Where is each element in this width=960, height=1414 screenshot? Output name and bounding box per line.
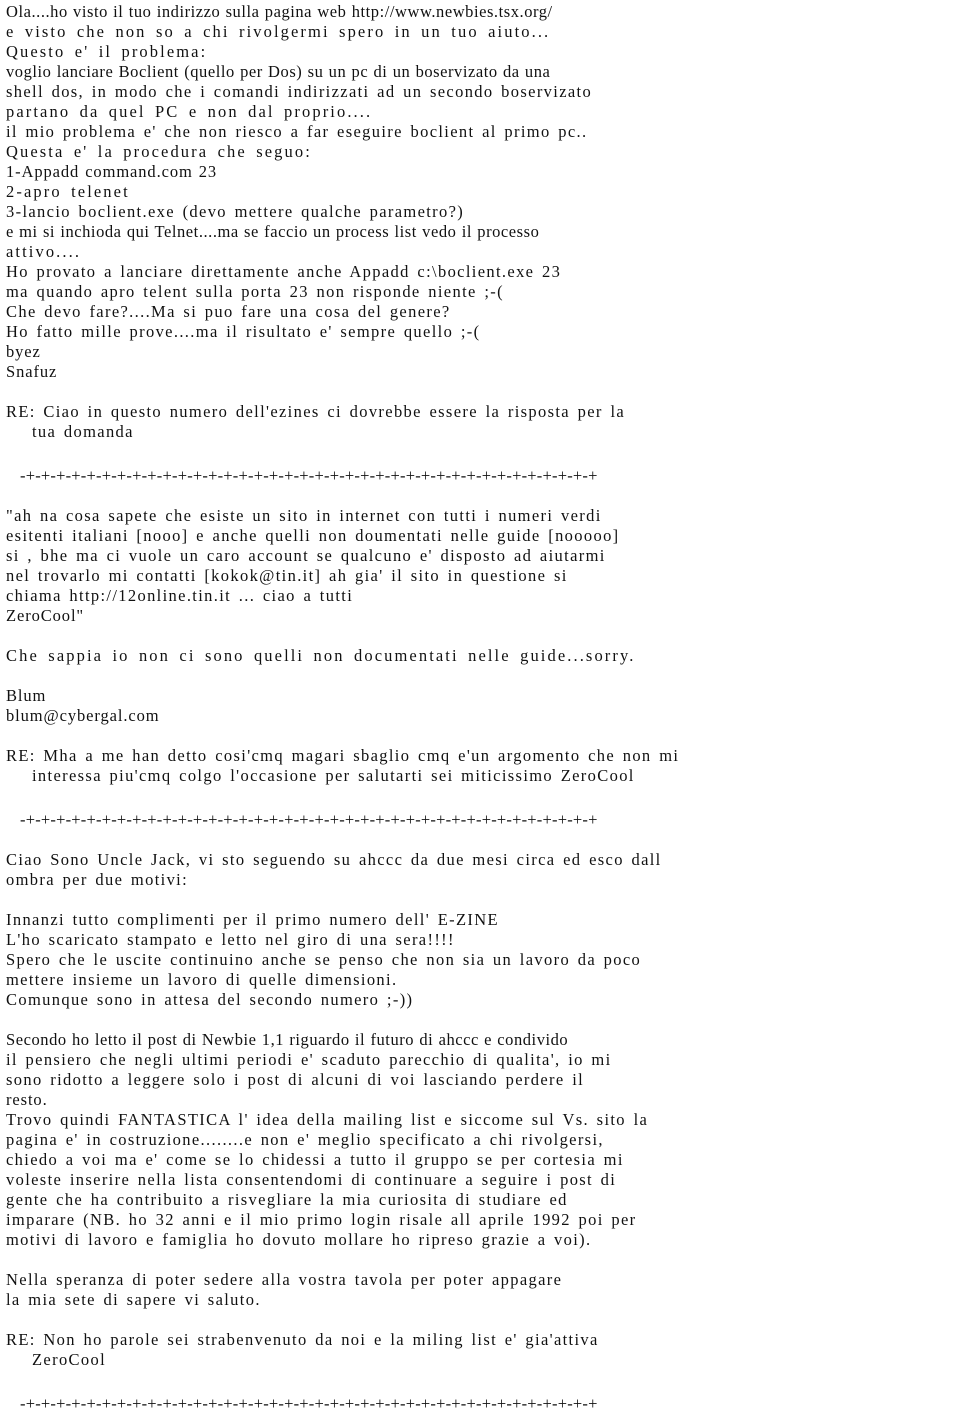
text-line: si , bhe ma ci vuole un caro account se … (6, 546, 606, 565)
text-line: Questa e' la procedura che seguo: (6, 142, 312, 161)
text-line: chiedo a voi ma e' come se lo chidessi a… (6, 1150, 624, 1169)
text-line: Ho fatto mille prove....ma il risultato … (6, 322, 481, 341)
text-line: Secondo ho letto il post di Newbie 1,1 r… (6, 1030, 569, 1049)
reply-line-continuation: tua domanda (32, 422, 134, 441)
reply-line: RE: Non ho parole sei strabenvenuto da n… (6, 1330, 599, 1349)
reply-line: RE: Ciao in questo numero dell'ezines ci… (6, 402, 626, 421)
text-line: Trovo quindi FANTASTICA l' idea della ma… (6, 1110, 649, 1129)
text-line: Nella speranza di poter sedere alla vost… (6, 1270, 563, 1289)
text-line: ombra per due motivi: (6, 870, 189, 889)
text-line: esitenti italiani [nooo] e anche quelli … (6, 526, 620, 545)
text-line: e mi si inchioda qui Telnet....ma se fac… (6, 222, 540, 241)
text-line: attivo.... (6, 242, 82, 261)
text-line: il pensiero che negli ultimi periodi e' … (6, 1050, 612, 1069)
text-line: L'ho scaricato stampato e letto nel giro… (6, 930, 455, 949)
text-line: "ah na cosa sapete che esiste un sito in… (6, 506, 602, 525)
document-body: Ola....ho visto il tuo indirizzo sulla p… (0, 0, 960, 1414)
text-line: Snafuz (6, 362, 58, 381)
text-line: voglio lanciare Boclient (quello per Dos… (6, 62, 551, 81)
text-line: Che sappia io non ci sono quelli non doc… (6, 646, 636, 665)
text-line: la mia sete di sapere vi saluto. (6, 1290, 261, 1309)
signature-name: Blum (6, 686, 47, 705)
separator-rule: -+-+-+-+-+-+-+-+-+-+-+-+-+-+-+-+-+-+-+-+… (20, 1394, 598, 1413)
text-line: e visto che non so a chi rivolgermi sper… (6, 22, 551, 41)
text-line: Innanzi tutto complimenti per il primo n… (6, 910, 499, 929)
text-line: 3-lancio boclient.exe (devo mettere qual… (6, 202, 465, 221)
text-line: mettere insieme un lavoro di quelle dime… (6, 970, 398, 989)
text-line: motivi di lavoro e famiglia ho dovuto mo… (6, 1230, 592, 1249)
text-line: Ho provato a lanciare direttamente anche… (6, 262, 562, 281)
text-line: partano da quel PC e non dal proprio.... (6, 102, 373, 121)
reply-line: RE: Mha a me han detto cosi'cmq magari s… (6, 746, 680, 765)
text-line: voleste inserire nella lista consentendo… (6, 1170, 617, 1189)
text-line: sono ridotto a leggere solo i post di al… (6, 1070, 585, 1089)
text-line: il mio problema e' che non riesco a far … (6, 122, 588, 141)
text-line: pagina e' in costruzione........e non e'… (6, 1130, 604, 1149)
text-line: Ciao Sono Uncle Jack, vi sto seguendo su… (6, 850, 662, 869)
separator-rule: -+-+-+-+-+-+-+-+-+-+-+-+-+-+-+-+-+-+-+-+… (20, 810, 598, 829)
text-line: 1-Appadd command.com 23 (6, 162, 218, 181)
text-line: byez (6, 342, 41, 361)
text-line: Che devo fare?....Ma si puo fare una cos… (6, 302, 451, 321)
text-line: Ola....ho visto il tuo indirizzo sulla p… (6, 2, 553, 21)
text-line: ZeroCool" (6, 606, 85, 625)
text-line: gente che ha contribuito a risvegliare l… (6, 1190, 568, 1209)
document-page: Ola....ho visto il tuo indirizzo sulla p… (0, 0, 960, 1413)
text-line: resto. (6, 1090, 48, 1109)
text-line: Questo e' il problema: (6, 42, 208, 61)
reply-line-continuation: ZeroCool (32, 1350, 107, 1369)
text-line: Comunque sono in attesa del secondo nume… (6, 990, 414, 1009)
text-line: shell dos, in modo che i comandi indiriz… (6, 82, 593, 101)
separator-rule: -+-+-+-+-+-+-+-+-+-+-+-+-+-+-+-+-+-+-+-+… (20, 466, 598, 485)
text-line: nel trovarlo mi contatti [kokok@tin.it] … (6, 566, 568, 585)
text-line: Spero che le uscite continuino anche se … (6, 950, 642, 969)
signature-email: blum@cybergal.com (6, 706, 160, 725)
text-line: 2-apro telenet (6, 182, 130, 201)
text-line: imparare (NB. ho 32 anni e il mio primo … (6, 1210, 637, 1229)
text-line: chiama http://12online.tin.it ... ciao a… (6, 586, 354, 605)
text-line: ma quando apro telent sulla porta 23 non… (6, 282, 504, 301)
reply-line-continuation: interessa piu'cmq colgo l'occasione per … (32, 766, 635, 785)
